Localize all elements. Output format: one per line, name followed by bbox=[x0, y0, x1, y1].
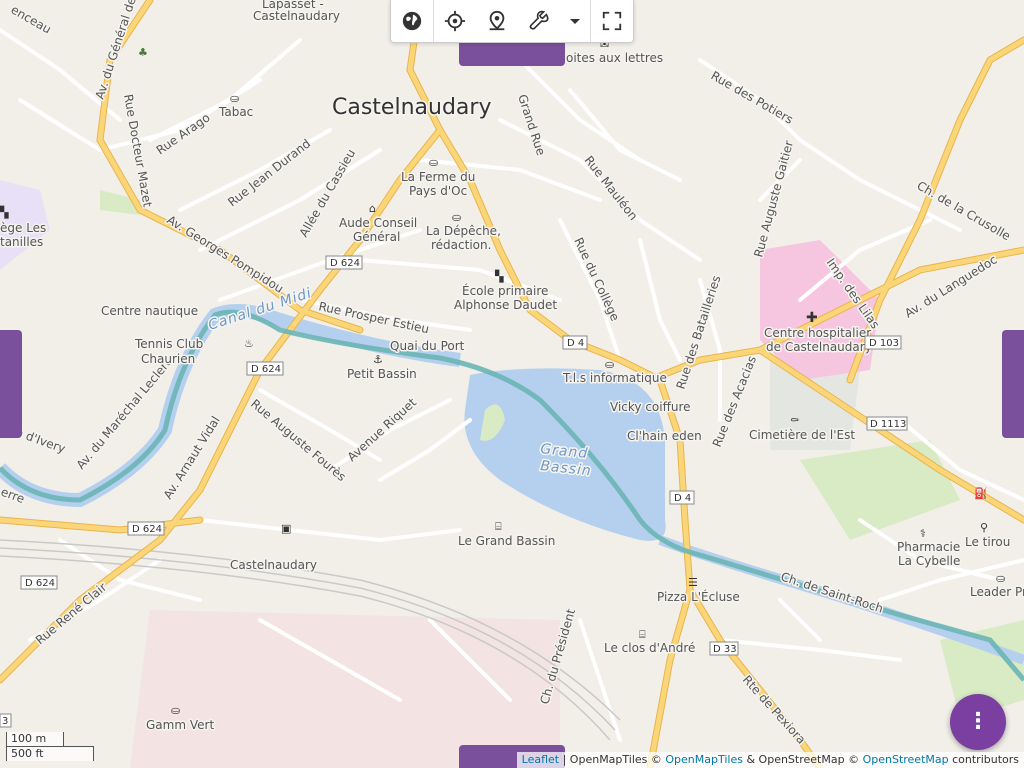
shop-icon: ⛀ bbox=[171, 704, 180, 717]
school-icon: ▚ bbox=[494, 269, 504, 283]
street-label: Castelnaudary bbox=[253, 9, 340, 23]
school-icon: ▚ bbox=[0, 205, 9, 219]
poi-label: Cl'hain eden bbox=[627, 429, 702, 443]
tools-button[interactable] bbox=[518, 0, 560, 42]
scale-metric: 100 m bbox=[6, 732, 64, 747]
cemetery-icon: ⚰ bbox=[790, 414, 799, 427]
left-panel-tab[interactable] bbox=[0, 330, 22, 438]
poi-label: rédaction. bbox=[431, 238, 491, 252]
place-marker-icon bbox=[489, 10, 505, 31]
road-shield: D 33 bbox=[713, 644, 737, 655]
fullscreen-button[interactable] bbox=[590, 0, 633, 42]
restaurant-icon: ☰ bbox=[688, 576, 698, 589]
road-shield: D 624 bbox=[132, 524, 162, 535]
shop-icon: ⛀ bbox=[429, 156, 438, 169]
bus-icon: ▣ bbox=[281, 522, 291, 535]
poi-label: Tabac bbox=[218, 105, 253, 119]
street-label: Quai du Port bbox=[390, 339, 465, 353]
poi-label: Le clos d'André bbox=[604, 641, 695, 655]
road-shield: D 624 bbox=[330, 258, 360, 269]
poi-label: de Castelnaudary bbox=[766, 340, 872, 354]
attribution-text: contributors bbox=[948, 753, 1019, 766]
globe-icon bbox=[402, 11, 422, 31]
poi-label: Vicky coiffure bbox=[610, 400, 691, 414]
locate-icon bbox=[444, 10, 466, 32]
shop-icon: ⛀ bbox=[230, 92, 239, 105]
poi-label: La Cybelle bbox=[898, 554, 960, 568]
poi-label: tanilles bbox=[0, 235, 43, 249]
restaurant-icon: ⚲ bbox=[980, 521, 988, 534]
attribution-text: | OpenMapTiles © bbox=[559, 753, 666, 766]
poi-label: Le Grand Bassin bbox=[458, 534, 555, 548]
poi-label: T.l.s informatique bbox=[562, 371, 667, 385]
anchor-icon: ⚓ bbox=[373, 353, 383, 366]
poi-label: Chaurien bbox=[141, 352, 195, 366]
poi-label: Cimetière de l'Est bbox=[749, 428, 855, 442]
more-vertical-icon: ⋮ bbox=[967, 709, 989, 734]
poi-label: Tennis Club bbox=[134, 337, 203, 351]
station-label: Castelnaudary bbox=[230, 558, 317, 572]
poi-label: Pharmacie bbox=[897, 540, 960, 554]
government-icon: ⌂ bbox=[369, 202, 376, 215]
locate-button[interactable] bbox=[433, 0, 476, 42]
map-toolbar bbox=[390, 0, 634, 43]
map-canvas[interactable]: Castelnaudary Grand Bassin Canal du Midi… bbox=[0, 0, 1024, 768]
more-options-button[interactable]: ⋮ bbox=[950, 694, 1006, 750]
hotel-icon: ⌸ bbox=[639, 628, 646, 641]
poi-label: Le tirou bbox=[965, 535, 1010, 549]
fullscreen-icon bbox=[602, 11, 622, 31]
openstreetmap-link[interactable]: OpenStreetMap bbox=[863, 753, 949, 766]
right-panel-tab[interactable] bbox=[1002, 330, 1024, 438]
road-shield: D 624 bbox=[251, 364, 281, 375]
poi-label: Centre nautique bbox=[101, 304, 198, 318]
poi-label: Alphonse Daudet bbox=[454, 298, 557, 312]
city-label: Castelnaudary bbox=[332, 95, 491, 120]
road-shield: D 103 bbox=[869, 338, 899, 349]
wrench-icon bbox=[529, 10, 549, 30]
hotel-icon: ⌸ bbox=[495, 520, 502, 533]
shop-icon: ⛀ bbox=[605, 358, 614, 371]
attribution-text: & OpenStreetMap © bbox=[742, 753, 863, 766]
poi-label: Centre hospitalier bbox=[764, 326, 871, 340]
scale-imperial: 500 ft bbox=[6, 746, 94, 761]
top-panel-tab[interactable] bbox=[459, 42, 565, 66]
map-scale: 100 m 500 ft bbox=[6, 732, 94, 761]
place-marker-button[interactable] bbox=[476, 0, 518, 42]
road-shield: D 624 bbox=[25, 578, 55, 589]
poi-label: ège Les bbox=[0, 221, 46, 235]
poi-label: Pizza L'Écluse bbox=[657, 589, 740, 604]
road-shield: D 4 bbox=[567, 338, 584, 349]
fuel-icon: ⛽ bbox=[974, 487, 988, 500]
poi-label: Général bbox=[353, 230, 400, 244]
tools-dropdown-button[interactable] bbox=[560, 0, 590, 42]
poi-label: Pays d'Oc bbox=[409, 184, 467, 198]
poi-label: Leader Pri bbox=[970, 585, 1024, 599]
poi-label: Petit Bassin bbox=[347, 367, 417, 381]
road-shield: D 1113 bbox=[870, 419, 906, 430]
road-shield: D 4 bbox=[674, 493, 691, 504]
attribution-bar: Leaflet | OpenMapTiles © OpenMapTiles & … bbox=[516, 752, 1024, 768]
poi-label: Gamm Vert bbox=[146, 718, 214, 732]
shop-icon: ⛀ bbox=[452, 211, 461, 224]
poi-label: oites aux lettres bbox=[566, 51, 663, 65]
fire-icon: ♨ bbox=[244, 337, 254, 350]
poi-label: La Dépêche, bbox=[426, 224, 501, 238]
caret-down-icon bbox=[570, 19, 580, 24]
openmaptiles-link[interactable]: OpenMapTiles bbox=[665, 753, 743, 766]
leaflet-link[interactable]: Leaflet bbox=[522, 753, 559, 766]
poi-label: Aude Conseil bbox=[339, 216, 417, 230]
road-shield: 3 bbox=[2, 716, 8, 727]
poi-label: La Ferme du bbox=[401, 170, 475, 184]
poi-label: École primaire bbox=[462, 283, 548, 298]
globe-button[interactable] bbox=[391, 0, 433, 42]
pharmacy-icon: ⚕ bbox=[920, 527, 926, 540]
hospital-icon: ✚ bbox=[806, 310, 818, 326]
park-icon: ♣ bbox=[138, 46, 148, 59]
shop-icon: ⛀ bbox=[996, 572, 1005, 585]
